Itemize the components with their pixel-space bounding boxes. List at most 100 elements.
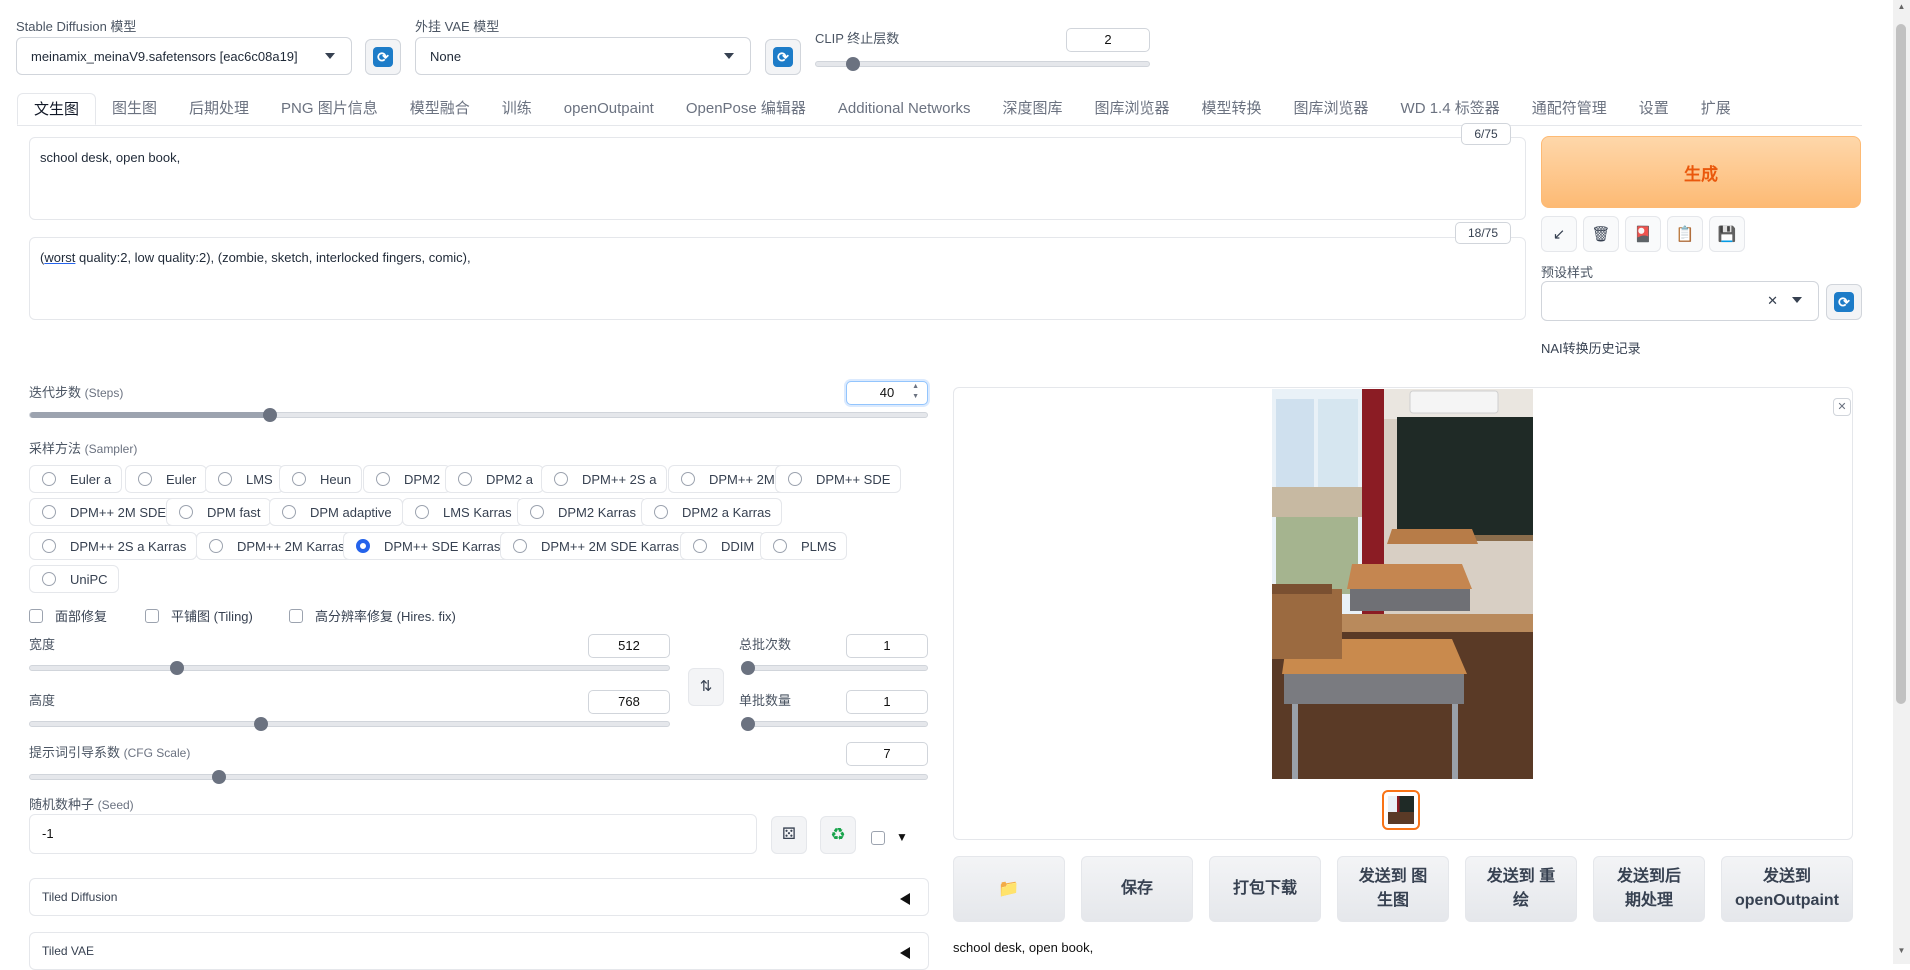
tab-1[interactable]: 图生图	[96, 93, 173, 125]
positive-prompt-input[interactable]: school desk, open book,	[29, 137, 1526, 220]
sampler-option[interactable]: DPM++ 2M	[668, 465, 786, 493]
tab-16[interactable]: 扩展	[1685, 93, 1747, 125]
sampler-option[interactable]: DDIM	[680, 532, 766, 560]
face-restore-checkbox[interactable]: 面部修复	[29, 606, 107, 625]
radio-dot[interactable]	[654, 505, 668, 519]
triangle-down-icon[interactable]: ▼	[896, 830, 908, 844]
open-folder-button[interactable]: 📁	[953, 856, 1065, 922]
radio-dot[interactable]	[513, 539, 527, 553]
generate-button[interactable]: 生成	[1541, 136, 1861, 208]
seed-input[interactable]: -1	[29, 814, 757, 854]
height-slider[interactable]	[29, 717, 670, 731]
radio-dot[interactable]	[681, 472, 695, 486]
radio-dot[interactable]	[415, 505, 429, 519]
radio-dot[interactable]	[218, 472, 232, 486]
batch-count-thumb[interactable]	[741, 661, 755, 675]
steps-thumb[interactable]	[263, 408, 278, 422]
sampler-option[interactable]: PLMS	[760, 532, 848, 560]
width-slider[interactable]	[29, 661, 670, 675]
tab-15[interactable]: 设置	[1623, 93, 1685, 125]
checkbox-box[interactable]	[29, 608, 43, 623]
radio-dot[interactable]	[42, 472, 56, 486]
swap-dimensions-button[interactable]: ⇅	[688, 668, 724, 706]
sampler-option[interactable]: DPM++ 2M SDE Karras	[500, 532, 690, 560]
radio-dot[interactable]	[693, 539, 707, 553]
scrollbar-thumb[interactable]	[1896, 24, 1906, 704]
sampler-option[interactable]: DPM++ 2M SDE	[29, 498, 178, 526]
output-image[interactable]	[1272, 389, 1533, 779]
tab-12[interactable]: 图库浏览器	[1278, 93, 1385, 125]
sampler-option[interactable]: LMS Karras	[402, 498, 523, 526]
sampler-option[interactable]: DPM2 a Karras	[641, 498, 782, 526]
height-thumb[interactable]	[253, 717, 268, 731]
tab-11[interactable]: 模型转换	[1186, 93, 1278, 125]
sampler-option[interactable]: Euler	[125, 465, 208, 493]
sampler-option[interactable]: DPM fast	[166, 498, 272, 526]
sampler-option[interactable]: Heun	[279, 465, 363, 493]
sampler-option[interactable]: DPM++ SDE	[775, 465, 902, 493]
sampler-option[interactable]: DPM2	[363, 465, 452, 493]
send-to-img2img-button[interactable]: 发送到 图生图	[1337, 856, 1449, 922]
sampler-option[interactable]: Euler a	[29, 465, 123, 493]
tab-14[interactable]: 通配符管理	[1516, 93, 1623, 125]
extra-networks-button[interactable]: 🎴	[1625, 216, 1661, 252]
batch-size-input[interactable]: 1	[846, 690, 928, 714]
page-scrollbar[interactable]: ▲ ▼	[1893, 0, 1910, 964]
steps-input[interactable]: 40 ▲ ▼	[846, 381, 928, 405]
sampler-option[interactable]: UniPC	[29, 565, 119, 593]
read-params-button[interactable]: ↙	[1541, 216, 1577, 252]
batch-size-slider[interactable]	[741, 717, 928, 731]
reuse-seed-button[interactable]: ♻	[820, 816, 856, 854]
radio-dot[interactable]	[292, 472, 306, 486]
send-to-openoutpaint-button[interactable]: 发送到 openOutpaint	[1721, 856, 1853, 922]
tab-9[interactable]: 深度图库	[986, 93, 1078, 125]
save-button[interactable]: 保存	[1081, 856, 1193, 922]
gallery-thumbnail[interactable]	[1382, 790, 1420, 830]
tab-7[interactable]: OpenPose 编辑器	[670, 93, 822, 125]
cfg-slider[interactable]	[29, 770, 928, 784]
height-input[interactable]: 768	[588, 690, 670, 714]
sampler-option[interactable]: DPM++ 2M Karras	[196, 532, 356, 560]
tab-5[interactable]: 训练	[486, 93, 548, 125]
save-style-button[interactable]: 💾	[1709, 216, 1745, 252]
clip-skip-slider[interactable]	[815, 57, 1150, 71]
radio-dot[interactable]	[42, 505, 56, 519]
cfg-input[interactable]: 7	[846, 742, 928, 766]
radio-dot[interactable]	[530, 505, 544, 519]
scroll-down-icon[interactable]: ▼	[1893, 946, 1910, 955]
width-thumb[interactable]	[170, 661, 185, 675]
scroll-up-icon[interactable]: ▲	[1893, 2, 1910, 11]
radio-dot[interactable]	[554, 472, 568, 486]
radio-dot[interactable]	[282, 505, 296, 519]
tab-6[interactable]: openOutpaint	[548, 93, 670, 125]
steps-slider[interactable]	[29, 408, 928, 422]
sampler-option[interactable]: DPM2 a	[445, 465, 544, 493]
width-input[interactable]: 512	[588, 634, 670, 658]
sampler-option[interactable]: DPM adaptive	[269, 498, 403, 526]
extra-seed-checkbox[interactable]	[871, 831, 885, 845]
vae-select[interactable]: None	[415, 37, 751, 75]
tab-8[interactable]: Additional Networks	[822, 93, 987, 125]
sampler-option[interactable]: DPM++ 2S a Karras	[29, 532, 198, 560]
batch-size-thumb[interactable]	[741, 717, 755, 731]
radio-dot[interactable]	[179, 505, 193, 519]
radio-dot[interactable]	[376, 472, 390, 486]
refresh-sd-model-button[interactable]: ⟳	[365, 39, 401, 75]
batch-count-slider[interactable]	[741, 661, 928, 675]
checkbox-box[interactable]	[145, 608, 159, 623]
send-to-inpaint-button[interactable]: 发送到 重绘	[1465, 856, 1577, 922]
radio-dot[interactable]	[209, 539, 223, 553]
tab-2[interactable]: 后期处理	[173, 93, 265, 125]
refresh-styles-button[interactable]: ⟳	[1826, 284, 1862, 320]
tiled-diffusion-accordion[interactable]: Tiled Diffusion	[29, 878, 929, 916]
checkbox-box[interactable]	[289, 608, 303, 623]
clear-icon[interactable]: ✕	[1767, 293, 1778, 309]
cfg-thumb[interactable]	[211, 770, 226, 784]
random-seed-button[interactable]: ⚄	[771, 816, 807, 854]
sampler-option[interactable]: DPM2 Karras	[517, 498, 648, 526]
hires-fix-checkbox[interactable]: 高分辨率修复 (Hires. fix)	[289, 606, 456, 625]
radio-dot[interactable]	[458, 472, 472, 486]
tab-10[interactable]: 图库浏览器	[1078, 93, 1185, 125]
send-to-extras-button[interactable]: 发送到后期处理	[1593, 856, 1705, 922]
clear-prompt-button[interactable]: 🗑	[1583, 216, 1619, 252]
